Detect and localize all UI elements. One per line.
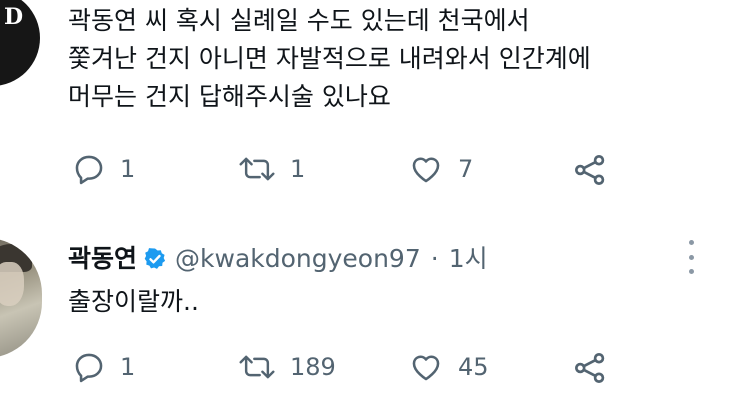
share-icon xyxy=(572,350,608,386)
timestamp[interactable]: 1시 xyxy=(449,243,488,275)
reply-button[interactable]: 1 xyxy=(72,350,135,384)
retweet-button[interactable]: 189 xyxy=(238,350,336,384)
avatar-face xyxy=(0,262,24,306)
separator-dot: · xyxy=(430,244,439,273)
tweet-text: 출장이랄까.. xyxy=(68,287,199,316)
tweet-author[interactable]: 곽동연 @kwakdongyeon97 · 1시 출장이랄까.. 1 189 4… xyxy=(0,0,740,406)
verified-badge-icon xyxy=(143,247,167,271)
heart-icon xyxy=(408,350,444,384)
share-button[interactable] xyxy=(572,350,608,386)
retweet-icon xyxy=(238,350,276,384)
reply-icon xyxy=(72,350,106,384)
tweet-header: 곽동연 @kwakdongyeon97 · 1시 xyxy=(68,243,488,275)
retweet-count: 189 xyxy=(290,353,336,381)
like-button[interactable]: 45 xyxy=(408,350,489,384)
like-count: 45 xyxy=(458,353,489,381)
more-options-icon[interactable] xyxy=(684,240,698,274)
reply-count: 1 xyxy=(120,353,136,381)
avatar[interactable] xyxy=(0,238,42,358)
author-handle[interactable]: @kwakdongyeon97 xyxy=(175,243,421,275)
action-bar: 1 189 45 xyxy=(0,350,740,390)
author-name[interactable]: 곽동연 xyxy=(68,243,137,275)
